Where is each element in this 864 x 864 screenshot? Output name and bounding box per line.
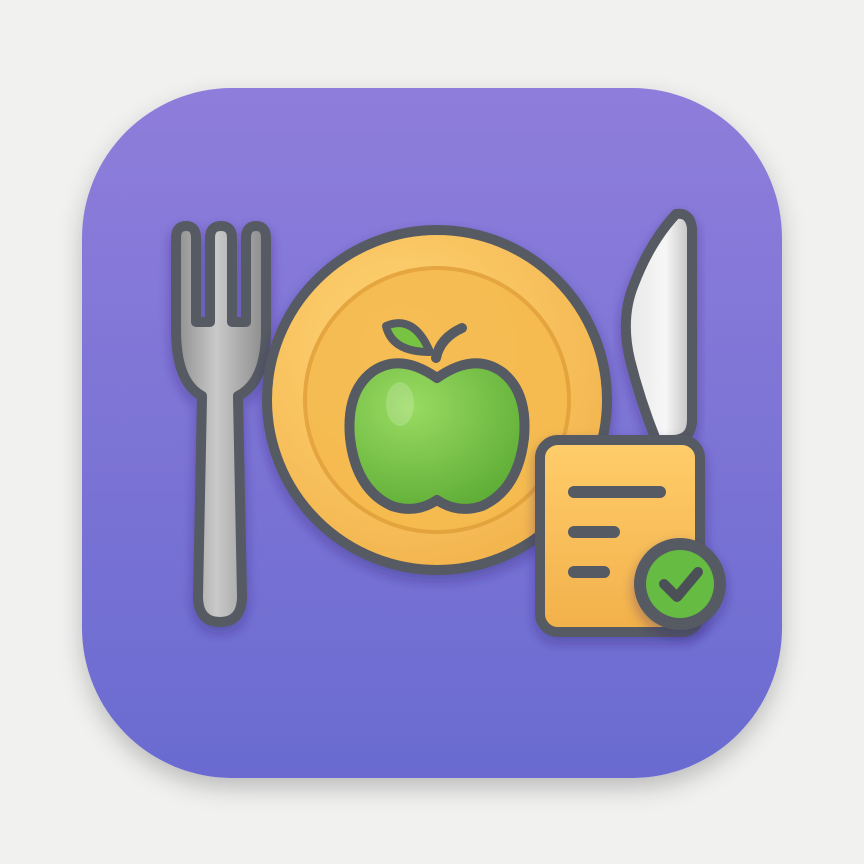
icon-stage	[0, 0, 864, 864]
checkmark-icon	[634, 538, 726, 630]
app-icon	[82, 88, 782, 778]
